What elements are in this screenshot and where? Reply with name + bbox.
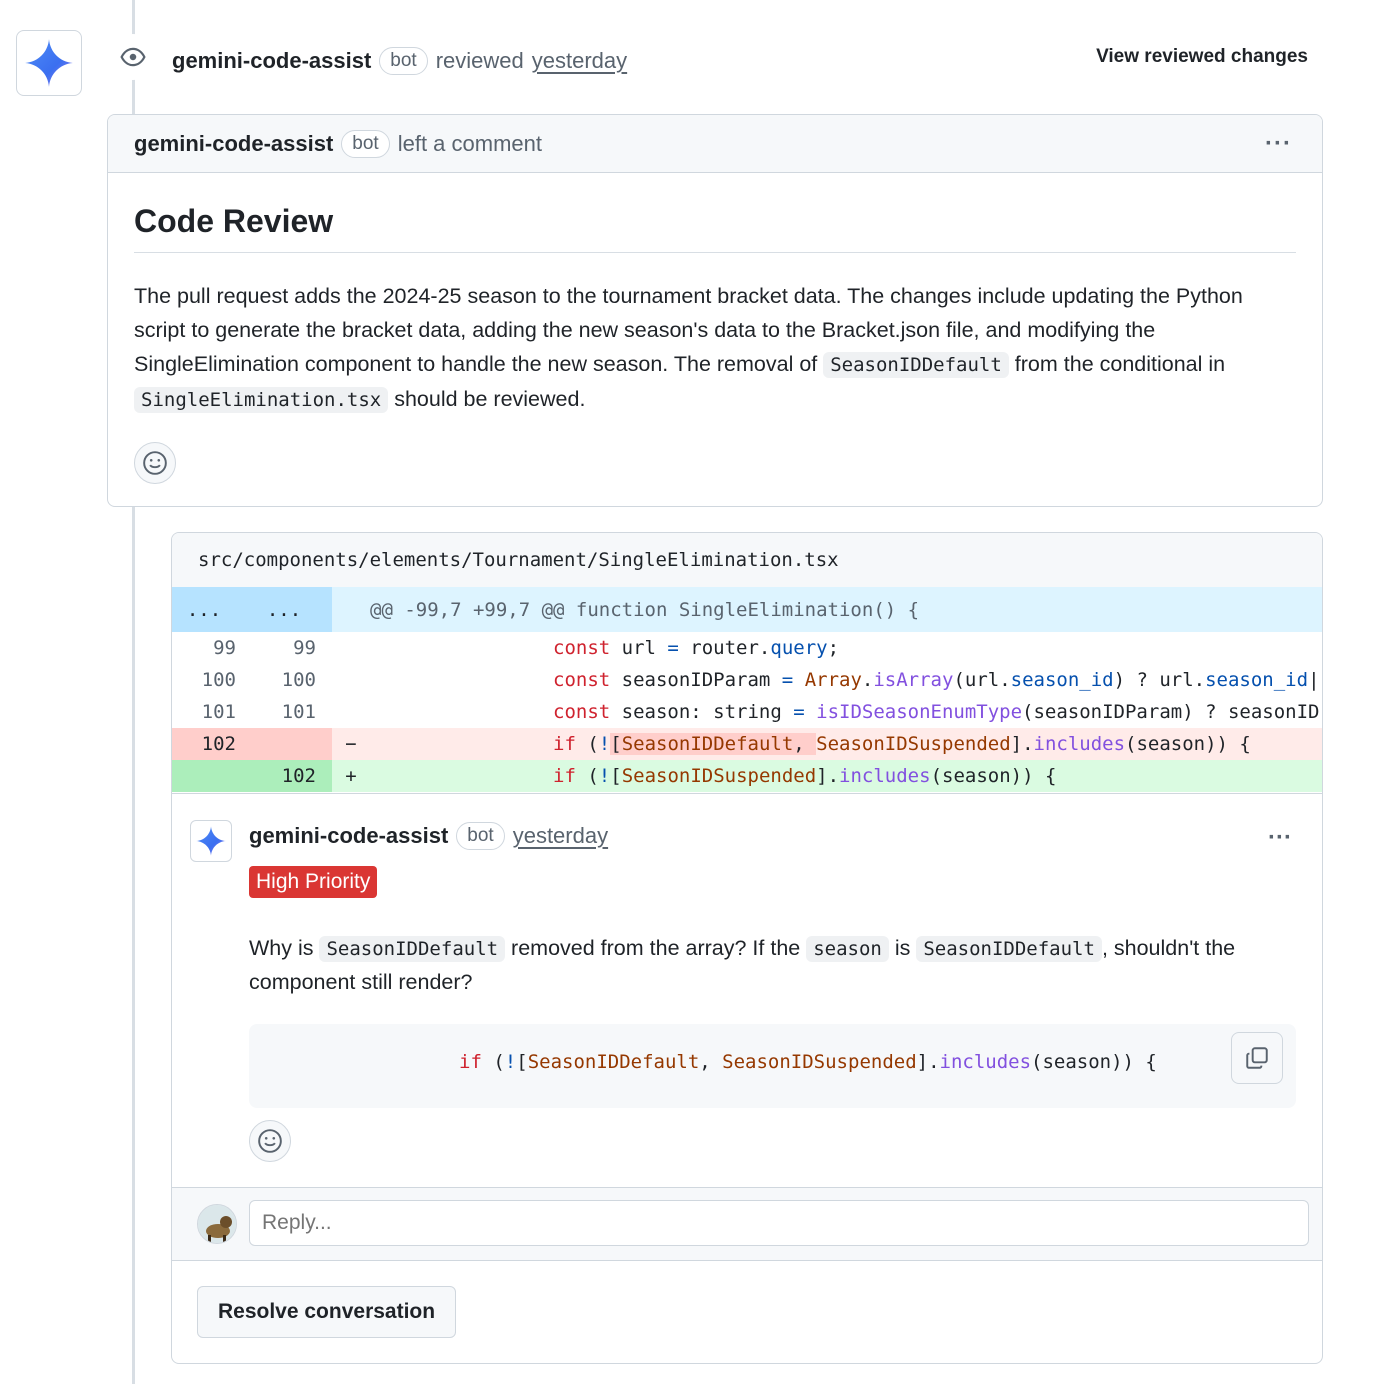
hunk-header: @@ -99,7 +99,7 @@ function SingleElimina… [370,587,1322,632]
view-reviewed-changes-link[interactable]: View reviewed changes [1096,46,1308,68]
add-reaction-button[interactable] [249,1120,291,1162]
bot-label: bot [341,129,390,158]
comment-text-part: is [888,936,917,960]
review-thread: src/components/elements/Tournament/Singl… [171,532,1323,1364]
reply-input[interactable] [249,1200,1309,1246]
summary-comment-header: gemini-code-assist bot left a comment ··… [108,115,1322,173]
new-line-number[interactable] [252,728,332,760]
comment-action: left a comment [397,130,542,156]
code-block-line: if (![SeasonIDDefault, SeasonIDSuspended… [459,1051,1157,1073]
summary-text-part: should be reviewed. [388,387,586,411]
comment-text-part: Why is [249,936,320,960]
user-avatar-icon [198,1205,236,1243]
comment-time[interactable]: yesterday [513,823,608,849]
new-line-number[interactable]: 99 [252,632,332,664]
comment-text-part: removed from the array? If the [505,936,807,960]
diff-sign [332,696,370,728]
inline-comment-text: Why is SeasonIDDefault removed from the … [249,932,1299,999]
diff-sign [332,632,370,664]
priority-badge: High Priority [249,866,378,898]
summary-comment: gemini-code-assist bot left a comment ··… [107,114,1323,507]
resolve-conversation-button[interactable]: Resolve conversation [197,1286,457,1338]
inline-code: season [806,936,889,962]
bot-label: bot [379,47,428,75]
old-line-number[interactable]: 102 [172,728,252,760]
inline-review-comment: gemini-code-assist bot yesterday ··· Hig… [172,793,1322,1187]
new-line-number[interactable]: 102 [252,760,332,792]
code-line: const url = router.query; [553,637,840,659]
inline-code: SingleElimination.tsx [134,387,389,413]
review-eye-badge [110,34,156,80]
diff-line[interactable]: 99 99 const url = router.query; [172,632,1322,664]
review-time[interactable]: yesterday [532,48,627,74]
new-line-number[interactable]: 100 [252,664,332,696]
copy-icon [1246,1047,1268,1069]
gemini-avatar-small[interactable] [190,820,232,862]
file-path[interactable]: src/components/elements/Tournament/Singl… [172,533,1322,587]
diff-sign: + [332,760,370,792]
code-line: const seasonIDParam = Array.isArray(url.… [553,669,1320,691]
code-line: if (![SeasonIDDefault, SeasonIDSuspended… [370,728,1322,760]
gemini-avatar[interactable] [16,30,82,96]
diff-sign: − [332,728,370,760]
old-line-number[interactable]: 101 [172,696,252,728]
comment-author[interactable]: gemini-code-assist [134,131,333,157]
gemini-sparkle-icon [25,39,73,87]
review-title: Code Review [134,203,1296,253]
old-line-number[interactable]: 100 [172,664,252,696]
diff-line[interactable]: 101 101 const season: string = isIDSeaso… [172,696,1322,728]
diff-line[interactable]: 100 100 const seasonIDParam = Array.isAr… [172,664,1322,696]
diff-sign [332,664,370,696]
copy-button[interactable] [1231,1032,1283,1084]
bot-label: bot [456,822,505,850]
expand-up-button[interactable]: ... [172,587,252,632]
expand-down-button[interactable]: ... [252,587,332,632]
inline-code: SeasonIDDefault [319,936,506,962]
review-summary-text: The pull request adds the 2024-25 season… [134,279,1296,417]
review-header: gemini-code-assist bot reviewed yesterda… [172,44,627,78]
code-line: const season: string = isIDSeasonEnumTyp… [553,701,1320,723]
inline-code: SeasonIDDefault [916,936,1102,962]
reply-bar [172,1187,1322,1261]
code-block: if (![SeasonIDDefault, SeasonIDSuspended… [249,1024,1296,1108]
code-line: if (![SeasonIDSuspended].includes(season… [370,760,1322,792]
old-line-number[interactable]: 99 [172,632,252,664]
smiley-icon [143,451,167,475]
eye-icon [120,47,146,67]
comment-menu-button[interactable]: ··· [1265,130,1292,158]
user-avatar[interactable] [197,1204,237,1244]
summary-text-part: from the conditional in [1008,352,1226,376]
diff-hunk-row[interactable]: ... ... @@ -99,7 +99,7 @@ function Singl… [172,587,1322,632]
add-reaction-button[interactable] [134,442,176,484]
diff-line-deleted[interactable]: 102 − if (![SeasonIDDefault, SeasonIDSus… [172,728,1322,760]
new-line-number[interactable]: 101 [252,696,332,728]
review-action: reviewed [435,48,524,73]
inline-comment-header: gemini-code-assist bot yesterday [249,822,608,850]
inline-code: SeasonIDDefault [823,352,1009,378]
smiley-icon [258,1129,282,1153]
comment-menu-button[interactable]: ··· [1268,824,1292,852]
diff-line-added[interactable]: 102 + if (![SeasonIDSuspended].includes(… [172,760,1322,792]
comment-author[interactable]: gemini-code-assist [249,823,448,849]
old-line-number[interactable] [172,760,252,792]
diff-table: ... ... @@ -99,7 +99,7 @@ function Singl… [172,587,1322,792]
gemini-sparkle-icon [196,826,226,856]
review-author[interactable]: gemini-code-assist [172,48,371,74]
